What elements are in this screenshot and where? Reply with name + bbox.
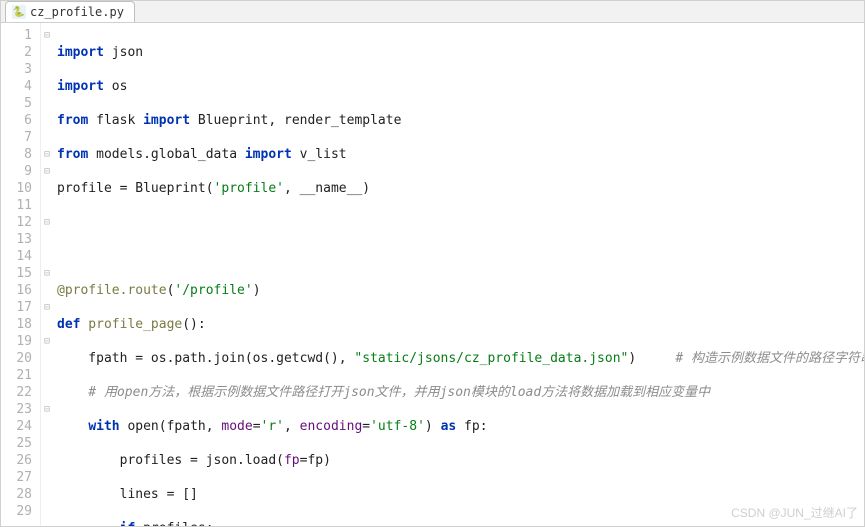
fold-marker xyxy=(41,78,53,95)
line-number: 1 xyxy=(5,27,32,44)
line-number: 19 xyxy=(5,333,32,350)
line-number: 20 xyxy=(5,350,32,367)
keyword: import xyxy=(57,79,104,94)
tab-bar: 🐍 cz_profile.py xyxy=(1,1,864,23)
line-number: 18 xyxy=(5,316,32,333)
code-editor: 1234567891011121314151617181920212223242… xyxy=(1,23,864,526)
fold-marker xyxy=(41,486,53,503)
line-number: 25 xyxy=(5,435,32,452)
fold-marker[interactable]: ⊟ xyxy=(41,163,53,180)
line-number: 27 xyxy=(5,469,32,486)
fold-marker xyxy=(41,95,53,112)
line-number: 29 xyxy=(5,503,32,520)
function-name: profile_page xyxy=(80,317,182,332)
fold-marker xyxy=(41,248,53,265)
line-number: 28 xyxy=(5,486,32,503)
code-area[interactable]: import json import os from flask import … xyxy=(53,23,864,526)
watermark: CSDN @JUN_过继AI了 xyxy=(731,505,858,522)
line-number: 8 xyxy=(5,146,32,163)
fold-marker[interactable]: ⊟ xyxy=(41,214,53,231)
line-number: 16 xyxy=(5,282,32,299)
line-number: 11 xyxy=(5,197,32,214)
line-number-gutter: 1234567891011121314151617181920212223242… xyxy=(1,23,41,526)
string: 'profile' xyxy=(214,181,284,196)
line-number: 17 xyxy=(5,299,32,316)
fold-marker[interactable]: ⊟ xyxy=(41,146,53,163)
line-number: 2 xyxy=(5,44,32,61)
decorator: @profile.route xyxy=(57,283,167,298)
fold-marker xyxy=(41,112,53,129)
identifier: os xyxy=(104,79,127,94)
fold-marker xyxy=(41,44,53,61)
fold-gutter: ⊟⊟⊟⊟⊟⊟⊟⊟ xyxy=(41,23,53,526)
keyword: from xyxy=(57,113,88,128)
line-number: 21 xyxy=(5,367,32,384)
fold-marker xyxy=(41,367,53,384)
fold-marker xyxy=(41,418,53,435)
fold-marker xyxy=(41,61,53,78)
fold-marker xyxy=(41,316,53,333)
fold-marker xyxy=(41,452,53,469)
fold-marker xyxy=(41,469,53,486)
line-number: 15 xyxy=(5,265,32,282)
keyword: import xyxy=(57,45,104,60)
line-number: 7 xyxy=(5,129,32,146)
comment: # 构造示例数据文件的路径字符串 xyxy=(636,351,864,366)
fold-marker xyxy=(41,197,53,214)
fold-marker xyxy=(41,435,53,452)
line-number: 24 xyxy=(5,418,32,435)
line-number: 5 xyxy=(5,95,32,112)
line-number: 14 xyxy=(5,248,32,265)
line-number: 4 xyxy=(5,78,32,95)
python-file-icon: 🐍 xyxy=(12,5,26,19)
line-number: 23 xyxy=(5,401,32,418)
fold-marker xyxy=(41,231,53,248)
fold-marker[interactable]: ⊟ xyxy=(41,265,53,282)
fold-marker xyxy=(41,282,53,299)
fold-marker xyxy=(41,350,53,367)
line-number: 26 xyxy=(5,452,32,469)
fold-marker xyxy=(41,503,53,520)
line-number: 10 xyxy=(5,180,32,197)
fold-marker[interactable]: ⊟ xyxy=(41,333,53,350)
fold-marker[interactable]: ⊟ xyxy=(41,401,53,418)
line-number: 13 xyxy=(5,231,32,248)
line-number: 22 xyxy=(5,384,32,401)
fold-marker xyxy=(41,129,53,146)
comment: # 用open方法，根据示例数据文件路径打开json文件，并用json模块的lo… xyxy=(57,385,710,400)
tab-filename: cz_profile.py xyxy=(30,5,124,19)
line-number: 12 xyxy=(5,214,32,231)
fold-marker[interactable]: ⊟ xyxy=(41,27,53,44)
line-number: 6 xyxy=(5,112,32,129)
identifier: json xyxy=(104,45,143,60)
line-number: 9 xyxy=(5,163,32,180)
editor-tab[interactable]: 🐍 cz_profile.py xyxy=(5,1,135,22)
fold-marker xyxy=(41,180,53,197)
line-number: 3 xyxy=(5,61,32,78)
fold-marker[interactable]: ⊟ xyxy=(41,299,53,316)
fold-marker xyxy=(41,384,53,401)
